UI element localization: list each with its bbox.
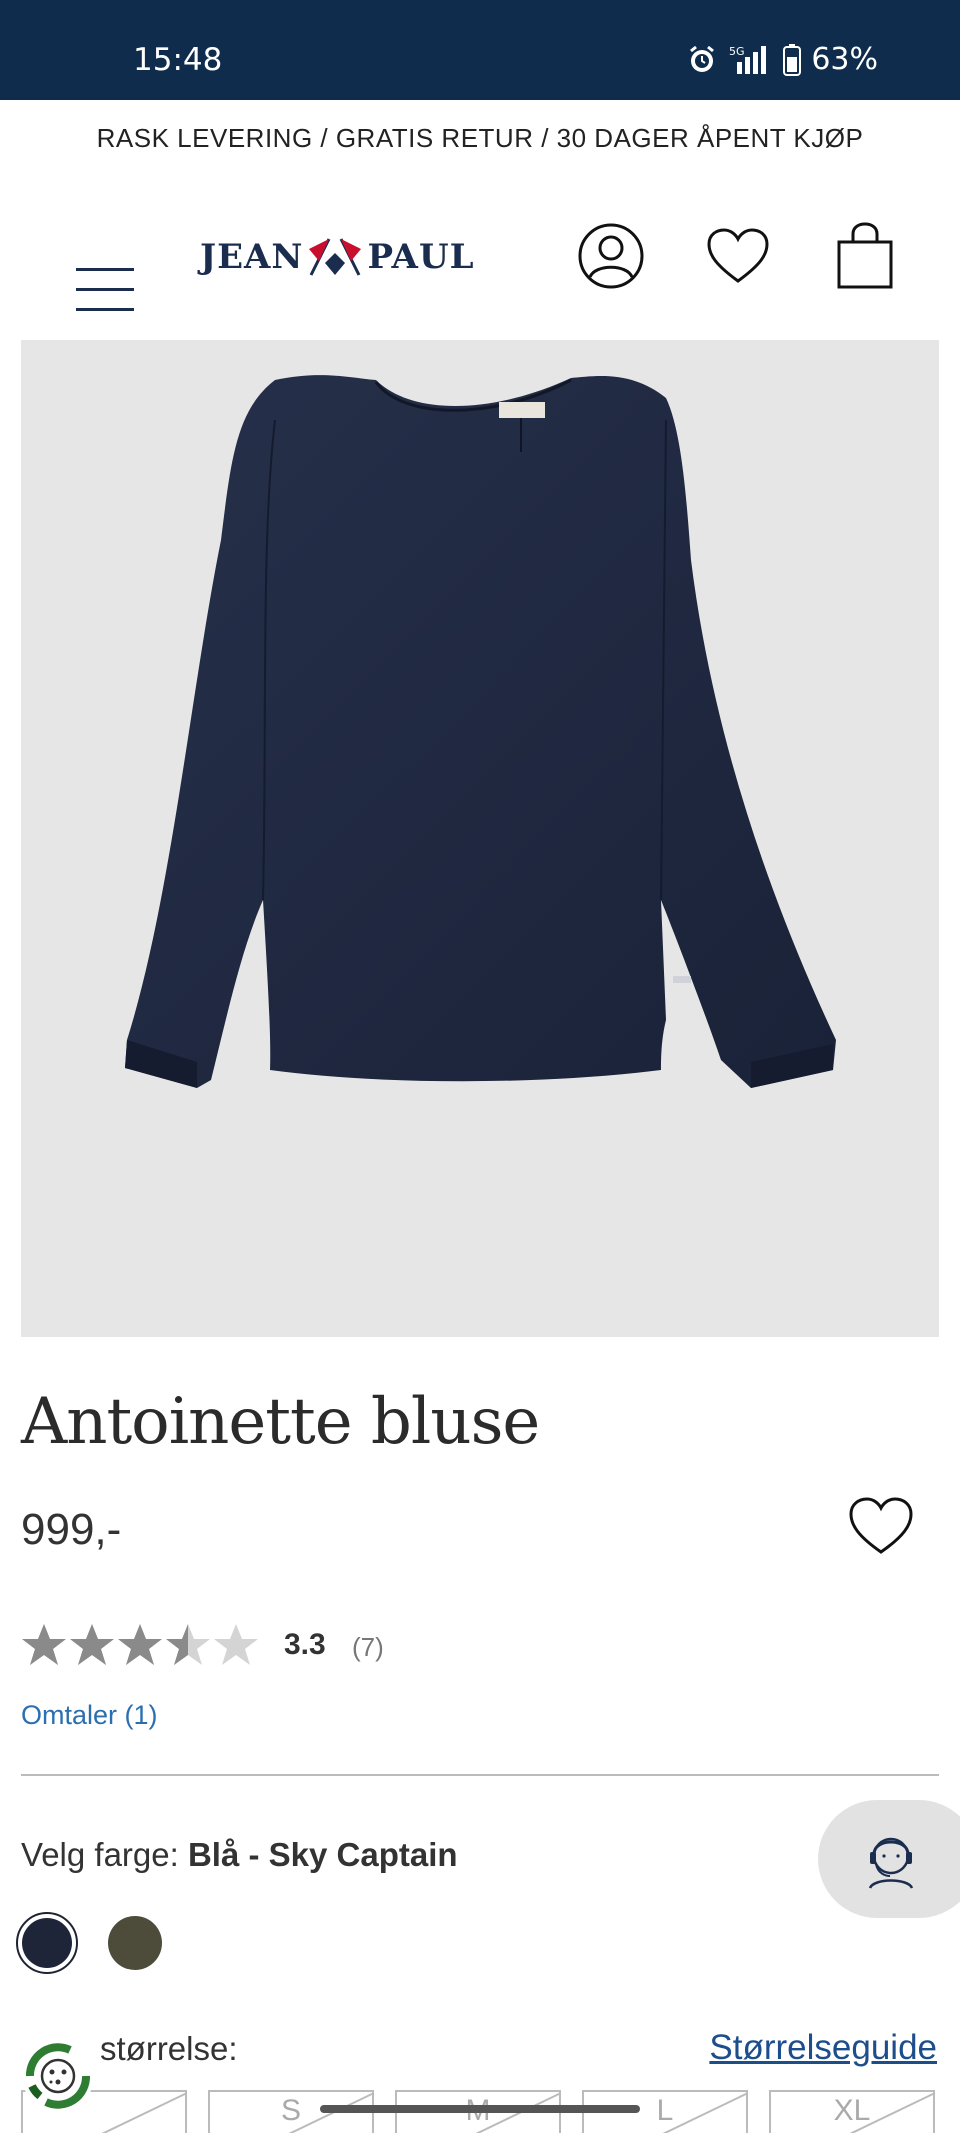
brand-logo[interactable]: JEAN PAUL	[200, 232, 475, 282]
reviews-link[interactable]: Omtaler (1)	[21, 1700, 158, 1731]
selected-color: Blå - Sky Captain	[187, 1836, 458, 1873]
logo-text-right: PAUL	[367, 237, 475, 277]
heart-icon	[707, 228, 769, 283]
status-icons: 5G 63%	[687, 42, 878, 77]
rating-value: 3.3	[284, 1628, 326, 1661]
svg-text:5G: 5G	[729, 45, 745, 58]
rating-stars	[21, 1622, 259, 1668]
color-label: Velg farge: Blå - Sky Captain	[21, 1836, 458, 1874]
color-swatch-navy[interactable]	[16, 1912, 78, 1974]
color-label-prefix: Velg farge:	[21, 1836, 188, 1873]
star-icon	[22, 1624, 66, 1665]
wishlist-button[interactable]	[702, 220, 774, 292]
battery-percent: 63%	[811, 42, 878, 77]
support-agent-icon	[868, 1837, 914, 1889]
star-icon	[70, 1624, 114, 1665]
product-price: 999,-	[21, 1505, 122, 1554]
product-title: Antoinette bluse	[21, 1385, 540, 1459]
status-time: 15:48	[133, 42, 223, 78]
star-icon	[214, 1624, 258, 1665]
status-bar: 15:48 5G 63%	[0, 0, 960, 100]
menu-button[interactable]	[76, 230, 138, 311]
size-option-xl[interactable]: XL	[769, 2090, 935, 2133]
alarm-icon	[687, 45, 717, 75]
eco-badge-icon[interactable]	[18, 2036, 98, 2116]
bag-icon	[837, 222, 893, 289]
size-guide-link[interactable]: Størrelseguide	[709, 2028, 937, 2068]
heart-icon	[849, 1497, 913, 1554]
logo-text-left: JEAN	[200, 237, 304, 277]
blouse-image	[125, 375, 836, 1088]
site-header: JEAN PAUL	[0, 196, 960, 316]
size-label: størrelse:	[100, 2030, 238, 2067]
star-icon	[118, 1624, 162, 1665]
rating-count: (7)	[352, 1632, 384, 1662]
account-button[interactable]	[575, 220, 647, 292]
flags-icon	[309, 238, 362, 276]
product-image[interactable]	[21, 340, 939, 1337]
signal-icon: 5G	[727, 44, 773, 76]
color-swatch-olive[interactable]	[108, 1916, 162, 1970]
home-indicator[interactable]	[320, 2105, 640, 2113]
add-to-wishlist-button[interactable]	[848, 1496, 920, 1562]
battery-icon	[783, 43, 802, 76]
cart-button[interactable]	[829, 220, 901, 292]
divider	[21, 1774, 939, 1776]
star-icon	[166, 1624, 210, 1665]
promo-banner: RASK LEVERING / GRATIS RETUR / 30 DAGER …	[96, 122, 864, 153]
customer-support-button[interactable]	[818, 1800, 960, 1918]
menu-icon	[76, 268, 134, 271]
user-icon	[578, 223, 644, 289]
